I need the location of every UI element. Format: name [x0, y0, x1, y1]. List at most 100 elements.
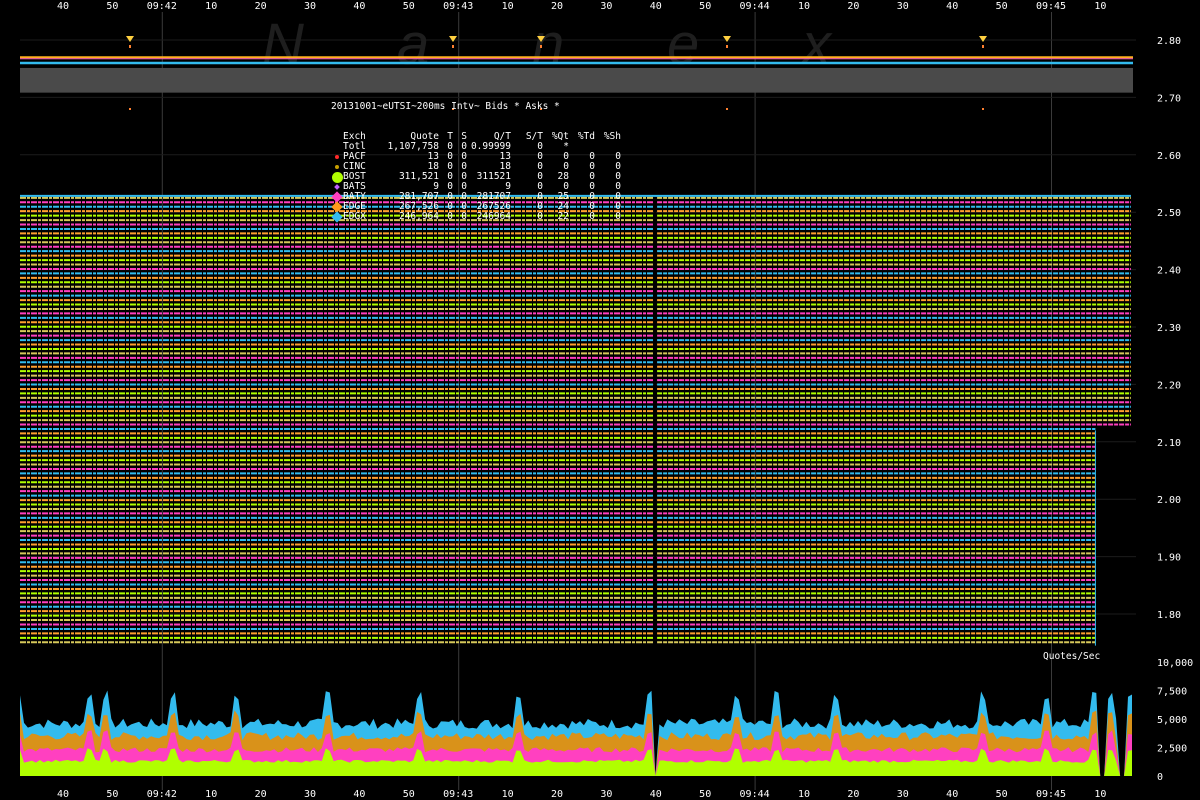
- watermark-letter: n: [532, 12, 564, 77]
- exchange-marker-icon: [331, 152, 343, 162]
- x-tick-label: 40: [353, 1, 365, 12]
- qps-tick-label: 7,500: [1157, 687, 1187, 698]
- watermark-letter: N: [262, 12, 304, 77]
- x-tick-label: 30: [897, 1, 909, 12]
- stats-cell: 0: [589, 211, 595, 222]
- y-tick-label: 2.20: [1157, 380, 1181, 391]
- watermark-letter: e: [667, 12, 699, 77]
- x-tick-label: 10: [205, 789, 217, 800]
- exchange-marker-icon: [331, 171, 343, 183]
- x-tick-label: 40: [650, 1, 662, 12]
- y-tick-label: 2.60: [1157, 151, 1181, 162]
- trade-tick: [982, 108, 984, 110]
- x-tick-label: 20: [847, 789, 859, 800]
- stats-header-cell: %Td: [577, 131, 595, 142]
- exchange-marker-icon: [331, 162, 343, 172]
- trade-tick: [540, 45, 542, 48]
- stats-cell: 246,964: [398, 211, 439, 222]
- quotes-per-sec-label: Quotes/Sec: [1043, 651, 1101, 662]
- trade-tick: [726, 108, 728, 110]
- x-tick-label: 09:44: [740, 1, 770, 12]
- x-tick-label: 30: [600, 789, 612, 800]
- x-tick-label: 10: [1094, 789, 1106, 800]
- x-axis-bottom: 40 50 09:42 10 20 30 40 50 09:43 10 20 30 40 50 09:44 1…: [57, 789, 1106, 800]
- trade-marker: [723, 36, 731, 42]
- x-tick-label: 30: [600, 1, 612, 12]
- x-tick-label: 09:45: [1036, 789, 1066, 800]
- y-axis-price: 2.80 2.70 2.60 2.50 2.40 2.30 2.20 2.10 2.00 1.90…: [1157, 36, 1181, 621]
- quotes-per-sec-chart: [20, 690, 1132, 776]
- stats-cell: 311,521: [398, 171, 439, 182]
- y-tick-label: 2.70: [1157, 93, 1181, 104]
- x-tick-label: 40: [57, 789, 69, 800]
- qps-tick-label: 5,000: [1157, 715, 1187, 726]
- qps-tick-label: 0: [1157, 772, 1163, 783]
- stats-row: BOST 311,521 0 0 311521 0 28 0 0: [331, 171, 621, 183]
- stats-row: BATY 281,707 0 0 281707 0 25 0 0: [331, 191, 621, 203]
- x-tick-label: 50: [403, 1, 415, 12]
- watermark-letter: x: [799, 12, 833, 77]
- x-tick-label: 30: [304, 1, 316, 12]
- trade-tick: [129, 108, 131, 110]
- y-tick-label: 2.50: [1157, 208, 1181, 219]
- x-tick-label: 40: [353, 789, 365, 800]
- y-tick-label: 2.30: [1157, 323, 1181, 334]
- stats-cell: EDGX: [343, 211, 366, 222]
- x-tick-label: 10: [205, 1, 217, 12]
- x-tick-label: 20: [255, 1, 267, 12]
- trade-marker: [979, 36, 987, 42]
- stats-row: PACF 13 0 0 13 0 0 0 0: [331, 152, 621, 162]
- x-tick-label: 40: [946, 789, 958, 800]
- stats-header-cell: %Sh: [603, 131, 621, 142]
- stats-row: EDGE 267,526 0 0 267526 0 24 0 0: [331, 201, 621, 213]
- x-tick-label: 50: [699, 789, 711, 800]
- stats-cell: 0: [615, 211, 621, 222]
- y-tick-label: 2.80: [1157, 36, 1181, 47]
- stats-cell: 0: [537, 211, 543, 222]
- x-tick-label: 10: [1094, 1, 1106, 12]
- watermark: Na n e x: [262, 12, 833, 77]
- stats-row: BATS 9 0 0 9 0 0 0 0: [331, 182, 621, 192]
- y-axis-quotes: 10,000 7,500 5,000 2,500 0: [1157, 658, 1193, 783]
- y-tick-label: 2.10: [1157, 438, 1181, 449]
- trade-tick: [982, 45, 984, 48]
- x-tick-label: 09:42: [147, 789, 177, 800]
- x-tick-label: 40: [57, 1, 69, 12]
- trade-tick: [726, 45, 728, 48]
- x-tick-label: 50: [699, 1, 711, 12]
- x-tick-label: 10: [502, 1, 514, 12]
- x-tick-label: 09:45: [1036, 1, 1066, 12]
- x-tick-label: 09:43: [443, 1, 473, 12]
- y-tick-label: 2.00: [1157, 495, 1181, 506]
- y-tick-label: 1.90: [1157, 553, 1181, 564]
- stats-row: EDGX 246,964 0 0 246964 0 22 0 0: [331, 211, 621, 223]
- x-tick-label: 10: [798, 1, 810, 12]
- trade-tick: [129, 45, 131, 48]
- x-tick-label: 20: [255, 789, 267, 800]
- trade-marker: [126, 36, 134, 42]
- stats-cell: 0: [447, 211, 453, 222]
- x-tick-label: 10: [798, 789, 810, 800]
- x-axis-top: 40 50 09:42 10 20 30 40 50 09:43 10 20 30 40 50 09:44 1…: [57, 1, 1106, 12]
- x-tick-label: 40: [946, 1, 958, 12]
- x-tick-label: 09:43: [443, 789, 473, 800]
- stats-row: CINC 18 0 0 18 0 0 0 0: [331, 162, 621, 172]
- y-tick-label: 2.40: [1157, 266, 1181, 277]
- x-tick-label: 10: [502, 789, 514, 800]
- chart-title: 20131001~eUTSI~200ms Intv~ Bids * Asks *: [331, 101, 560, 112]
- stats-cell: 0: [461, 211, 467, 222]
- x-tick-label: 50: [403, 789, 415, 800]
- qps-tick-label: 10,000: [1157, 658, 1193, 669]
- stats-cell: 22: [557, 211, 569, 222]
- stats-row: Totl 1,107,758 0 0 0.99999 0 *: [331, 142, 621, 152]
- x-tick-label: 50: [996, 789, 1008, 800]
- x-tick-label: 09:44: [740, 789, 770, 800]
- x-tick-label: 50: [106, 1, 118, 12]
- stats-table: 20131001~eUTSI~200ms Intv~ Bids * Asks *…: [331, 82, 621, 232]
- exchange-marker-icon: [331, 211, 343, 223]
- stats-cell: 246964: [476, 211, 511, 222]
- x-tick-label: 40: [650, 789, 662, 800]
- exchange-marker-icon: [331, 142, 343, 152]
- x-tick-label: 09:42: [147, 1, 177, 12]
- x-tick-label: 20: [551, 789, 563, 800]
